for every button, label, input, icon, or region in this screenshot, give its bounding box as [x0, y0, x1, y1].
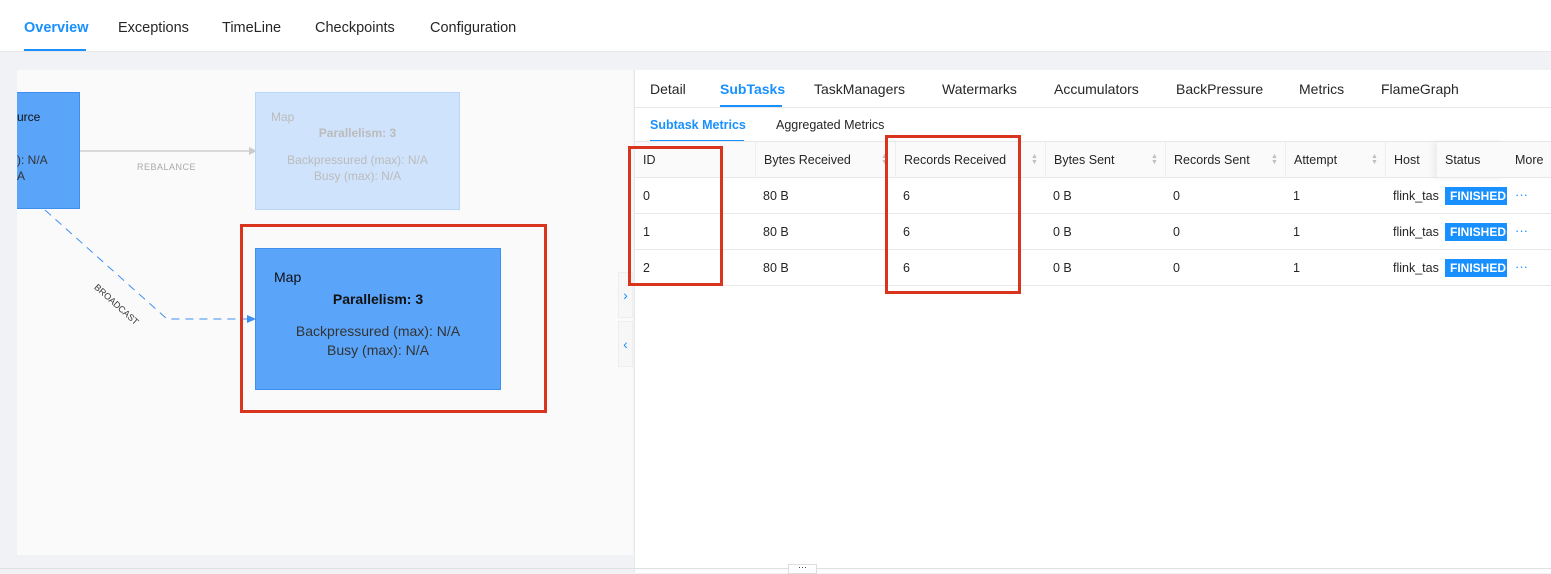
sort-icon[interactable]: ▲ ▼ [1271, 153, 1279, 166]
cell-bytes-sent: 0 B [1053, 189, 1072, 203]
header-label: Host [1394, 153, 1420, 167]
top-nav: Overview Exceptions TimeLine Checkpoints… [0, 0, 1551, 52]
edge-broadcast [44, 209, 249, 320]
table-row[interactable]: 1 80 B60 B 0 1 flink_tas FINISHED ··· [635, 214, 1551, 250]
tab-taskmanagers[interactable]: TaskManagers [814, 81, 905, 97]
node-backpressured: Backpressured (max): N/A [287, 153, 428, 167]
collapse-chevron-left-icon[interactable]: ‹ [618, 321, 633, 367]
node-busy: Busy (max): N/A [313, 169, 402, 183]
detail-panel: Detail SubTasks TaskManagers Watermarks … [634, 70, 1551, 573]
status-badge: FINISHED [1445, 187, 1507, 205]
sort-icon[interactable]: ▲ ▼ [1371, 153, 1379, 166]
column-header-records-sent[interactable]: Records Sent ▲ ▼ [1165, 142, 1285, 178]
cell-attempt: 1 [1293, 261, 1300, 275]
tab-subtask-metrics[interactable]: Subtask Metrics [650, 118, 746, 132]
tab-timeline[interactable]: TimeLine [222, 20, 281, 36]
column-header-bytes-sent[interactable]: Bytes Sent ▲ ▼ [1045, 142, 1165, 178]
highlight-box-node [240, 224, 547, 413]
cell-bytes-received: 80 B [763, 225, 789, 239]
edge-label-rebalance: REBALANCE [137, 162, 197, 172]
cell-bytes-sent: 0 B [1053, 225, 1072, 239]
cell-attempt: 1 [1293, 225, 1300, 239]
sort-icon[interactable]: ▲ ▼ [1151, 153, 1159, 166]
header-label: Status [1445, 153, 1481, 167]
table-row[interactable]: 0 80 B60 B 0 1 flink_tas FINISHED ··· [635, 178, 1551, 214]
node-source[interactable]: urce ): N/A A [17, 92, 80, 209]
cell-records-sent: 0 [1173, 189, 1180, 203]
more-ellipsis-icon[interactable]: ··· [1515, 178, 1528, 212]
highlight-box-id-column [628, 146, 723, 286]
column-header-attempt[interactable]: Attempt ▲ ▼ [1285, 142, 1385, 178]
node-name: urce [17, 110, 41, 124]
tab-exceptions[interactable]: Exceptions [118, 20, 189, 36]
cell-host: flink_tas [1393, 261, 1439, 275]
cell-attempt: 1 [1293, 189, 1300, 203]
node-parallelism: Parallelism: 3 [318, 126, 397, 140]
node-name: Map [271, 110, 295, 124]
divider [0, 568, 1551, 569]
tab-flamegraph[interactable]: FlameGraph [1381, 81, 1459, 97]
header-label: Bytes Sent [1054, 153, 1115, 167]
more-ellipsis-icon[interactable]: ··· [1515, 250, 1528, 284]
cell-host: flink_tas [1393, 225, 1439, 239]
tab-configuration[interactable]: Configuration [430, 20, 516, 36]
cell-bytes-sent: 0 B [1053, 261, 1072, 275]
header-label: Bytes Received [764, 153, 851, 167]
tab-accumulators[interactable]: Accumulators [1054, 81, 1139, 97]
node-busy: A [17, 169, 26, 183]
active-tab-indicator [24, 49, 86, 51]
more-ellipsis-icon[interactable]: ··· [1515, 214, 1528, 248]
tab-overview[interactable]: Overview [24, 20, 89, 36]
cell-bytes-received: 80 B [763, 261, 789, 275]
cell-records-sent: 0 [1173, 261, 1180, 275]
status-badge: FINISHED [1445, 259, 1507, 277]
tab-aggregated-metrics[interactable]: Aggregated Metrics [776, 118, 884, 132]
tab-checkpoints[interactable]: Checkpoints [315, 20, 395, 36]
header-label: More [1515, 153, 1544, 167]
header-label: Attempt [1294, 153, 1338, 167]
table-row[interactable]: 2 80 B60 B 0 1 flink_tas FINISHED ··· [635, 250, 1551, 286]
sort-icon[interactable]: ▲ ▼ [1031, 153, 1039, 166]
cell-records-sent: 0 [1173, 225, 1180, 239]
header-label: Records Sent [1174, 153, 1250, 167]
tab-metrics[interactable]: Metrics [1299, 81, 1344, 97]
status-badge: FINISHED [1445, 223, 1507, 241]
column-header-status[interactable]: Status [1437, 142, 1507, 178]
node-map-1[interactable]: Map Parallelism: 3 Backpressured (max): … [255, 92, 460, 210]
column-header-host[interactable]: Host [1385, 142, 1437, 178]
tab-backpressure[interactable]: BackPressure [1176, 81, 1263, 97]
column-header-more: More [1507, 142, 1551, 178]
divider [635, 107, 1551, 108]
tab-detail[interactable]: Detail [650, 81, 686, 97]
highlight-box-records-received [885, 135, 1021, 294]
node-backpressured: ): N/A [17, 153, 48, 167]
tab-subtasks[interactable]: SubTasks [720, 81, 785, 97]
tab-watermarks[interactable]: Watermarks [942, 81, 1017, 97]
cell-host: flink_tas [1393, 189, 1439, 203]
cell-bytes-received: 80 B [763, 189, 789, 203]
column-header-bytes-received[interactable]: Bytes Received ▲ ▼ [755, 142, 895, 178]
